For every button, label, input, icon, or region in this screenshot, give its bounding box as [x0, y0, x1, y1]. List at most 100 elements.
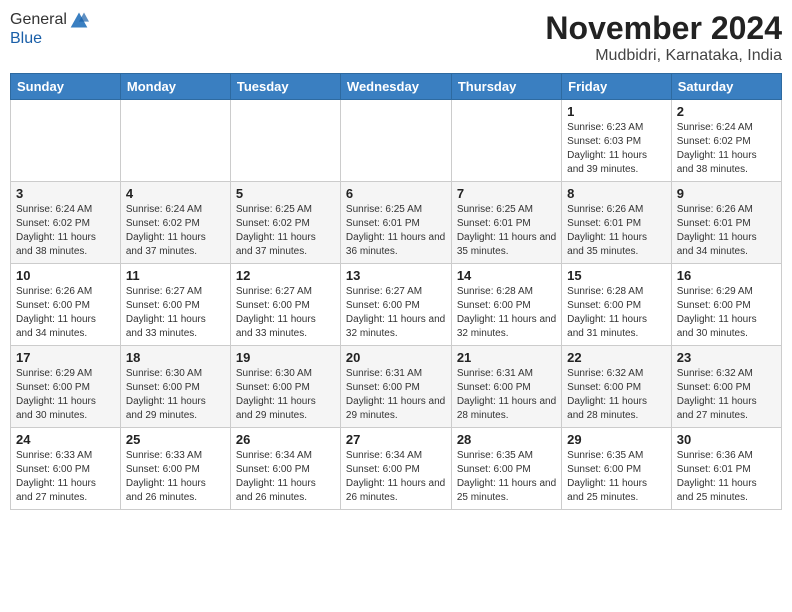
day-info: Sunrise: 6:24 AM Sunset: 6:02 PM Dayligh… — [16, 203, 115, 259]
calendar-cell: 11 Sunrise: 6:27 AM Sunset: 6:00 PM Dayli… — [120, 264, 230, 346]
day-info: Sunrise: 6:31 AM Sunset: 6:00 PM Dayligh… — [346, 367, 446, 423]
logo: General Blue — [10, 10, 89, 48]
day-number: 21 — [457, 350, 556, 365]
day-info: Sunrise: 6:25 AM Sunset: 6:01 PM Dayligh… — [457, 203, 556, 259]
day-info: Sunrise: 6:34 AM Sunset: 6:00 PM Dayligh… — [236, 449, 335, 505]
calendar-cell: 16 Sunrise: 6:29 AM Sunset: 6:00 PM Dayli… — [671, 264, 781, 346]
day-info: Sunrise: 6:30 AM Sunset: 6:00 PM Dayligh… — [236, 367, 335, 423]
day-info: Sunrise: 6:33 AM Sunset: 6:00 PM Dayligh… — [126, 449, 225, 505]
day-info: Sunrise: 6:27 AM Sunset: 6:00 PM Dayligh… — [346, 285, 446, 341]
day-number: 12 — [236, 268, 335, 283]
page: General Blue November 2024 Mudbidri, Kar… — [0, 0, 792, 612]
day-info: Sunrise: 6:27 AM Sunset: 6:00 PM Dayligh… — [236, 285, 335, 341]
weekday-header-sunday: Sunday — [11, 74, 121, 100]
day-number: 26 — [236, 432, 335, 447]
day-number: 29 — [567, 432, 666, 447]
logo-general-text: General — [10, 11, 67, 29]
day-number: 13 — [346, 268, 446, 283]
calendar-cell: 1Sunrise: 6:23 AM Sunset: 6:03 PM Daylig… — [562, 100, 672, 182]
day-info: Sunrise: 6:32 AM Sunset: 6:00 PM Dayligh… — [677, 367, 776, 423]
calendar-table: SundayMondayTuesdayWednesdayThursdayFrid… — [10, 73, 782, 510]
calendar-cell — [120, 100, 230, 182]
week-row-5: 24 Sunrise: 6:33 AM Sunset: 6:00 PM Dayli… — [11, 428, 782, 510]
day-info: Sunrise: 6:28 AM Sunset: 6:00 PM Dayligh… — [567, 285, 666, 341]
day-info: Sunrise: 6:24 AM Sunset: 6:02 PM Dayligh… — [677, 121, 776, 177]
day-info: Sunrise: 6:26 AM Sunset: 6:00 PM Dayligh… — [16, 285, 115, 341]
day-info: Sunrise: 6:35 AM Sunset: 6:00 PM Dayligh… — [457, 449, 556, 505]
day-info: Sunrise: 6:26 AM Sunset: 6:01 PM Dayligh… — [677, 203, 776, 259]
logo-icon — [69, 10, 89, 30]
day-number: 25 — [126, 432, 225, 447]
day-number: 23 — [677, 350, 776, 365]
day-number: 20 — [346, 350, 446, 365]
location: Mudbidri, Karnataka, India — [545, 47, 782, 65]
calendar-cell: 29 Sunrise: 6:35 AM Sunset: 6:00 PM Dayli… — [562, 428, 672, 510]
day-number: 4 — [126, 186, 225, 201]
calendar-cell: 8 Sunrise: 6:26 AM Sunset: 6:01 PM Daylig… — [562, 182, 672, 264]
calendar-cell: 23 Sunrise: 6:32 AM Sunset: 6:00 PM Dayli… — [671, 346, 781, 428]
calendar-cell: 2 Sunrise: 6:24 AM Sunset: 6:02 PM Daylig… — [671, 100, 781, 182]
day-info: Sunrise: 6:33 AM Sunset: 6:00 PM Dayligh… — [16, 449, 115, 505]
calendar-cell: 13 Sunrise: 6:27 AM Sunset: 6:00 PM Dayli… — [340, 264, 451, 346]
day-number: 27 — [346, 432, 446, 447]
weekday-header-thursday: Thursday — [451, 74, 561, 100]
calendar-cell — [340, 100, 451, 182]
calendar-cell: 10 Sunrise: 6:26 AM Sunset: 6:00 PM Dayli… — [11, 264, 121, 346]
calendar-cell: 7 Sunrise: 6:25 AM Sunset: 6:01 PM Daylig… — [451, 182, 561, 264]
day-info: Sunrise: 6:23 AM Sunset: 6:03 PM Dayligh… — [567, 121, 666, 177]
calendar-cell: 4Sunrise: 6:24 AM Sunset: 6:02 PM Daylig… — [120, 182, 230, 264]
day-number: 11 — [126, 268, 225, 283]
day-number: 9 — [677, 186, 776, 201]
day-info: Sunrise: 6:32 AM Sunset: 6:00 PM Dayligh… — [567, 367, 666, 423]
day-info: Sunrise: 6:26 AM Sunset: 6:01 PM Dayligh… — [567, 203, 666, 259]
day-number: 17 — [16, 350, 115, 365]
day-number: 2 — [677, 104, 776, 119]
calendar-cell: 19 Sunrise: 6:30 AM Sunset: 6:00 PM Dayli… — [230, 346, 340, 428]
day-number: 8 — [567, 186, 666, 201]
weekday-header-friday: Friday — [562, 74, 672, 100]
week-row-1: 1Sunrise: 6:23 AM Sunset: 6:03 PM Daylig… — [11, 100, 782, 182]
calendar-cell: 9 Sunrise: 6:26 AM Sunset: 6:01 PM Daylig… — [671, 182, 781, 264]
day-number: 22 — [567, 350, 666, 365]
calendar-cell: 6 Sunrise: 6:25 AM Sunset: 6:01 PM Daylig… — [340, 182, 451, 264]
calendar-cell: 18 Sunrise: 6:30 AM Sunset: 6:00 PM Dayli… — [120, 346, 230, 428]
calendar-cell: 15 Sunrise: 6:28 AM Sunset: 6:00 PM Dayli… — [562, 264, 672, 346]
day-number: 18 — [126, 350, 225, 365]
calendar-cell: 14Sunrise: 6:28 AM Sunset: 6:00 PM Dayli… — [451, 264, 561, 346]
day-info: Sunrise: 6:29 AM Sunset: 6:00 PM Dayligh… — [677, 285, 776, 341]
day-number: 24 — [16, 432, 115, 447]
title-block: November 2024 Mudbidri, Karnataka, India — [545, 10, 782, 65]
calendar-cell: 26 Sunrise: 6:34 AM Sunset: 6:00 PM Dayli… — [230, 428, 340, 510]
calendar-cell: 24 Sunrise: 6:33 AM Sunset: 6:00 PM Dayli… — [11, 428, 121, 510]
weekday-header-monday: Monday — [120, 74, 230, 100]
day-number: 28 — [457, 432, 556, 447]
calendar-cell: 21 Sunrise: 6:31 AM Sunset: 6:00 PM Dayli… — [451, 346, 561, 428]
calendar-cell: 25 Sunrise: 6:33 AM Sunset: 6:00 PM Dayli… — [120, 428, 230, 510]
calendar-cell: 12 Sunrise: 6:27 AM Sunset: 6:00 PM Dayli… — [230, 264, 340, 346]
day-info: Sunrise: 6:29 AM Sunset: 6:00 PM Dayligh… — [16, 367, 115, 423]
day-number: 15 — [567, 268, 666, 283]
weekday-header-tuesday: Tuesday — [230, 74, 340, 100]
day-info: Sunrise: 6:25 AM Sunset: 6:01 PM Dayligh… — [346, 203, 446, 259]
day-info: Sunrise: 6:35 AM Sunset: 6:00 PM Dayligh… — [567, 449, 666, 505]
calendar-cell: 28 Sunrise: 6:35 AM Sunset: 6:00 PM Dayli… — [451, 428, 561, 510]
day-number: 3 — [16, 186, 115, 201]
weekday-header-wednesday: Wednesday — [340, 74, 451, 100]
day-number: 6 — [346, 186, 446, 201]
weekday-header-saturday: Saturday — [671, 74, 781, 100]
week-row-3: 10 Sunrise: 6:26 AM Sunset: 6:00 PM Dayli… — [11, 264, 782, 346]
day-number: 7 — [457, 186, 556, 201]
calendar-cell — [230, 100, 340, 182]
day-number: 16 — [677, 268, 776, 283]
day-number: 19 — [236, 350, 335, 365]
day-number: 10 — [16, 268, 115, 283]
day-info: Sunrise: 6:27 AM Sunset: 6:00 PM Dayligh… — [126, 285, 225, 341]
day-info: Sunrise: 6:30 AM Sunset: 6:00 PM Dayligh… — [126, 367, 225, 423]
week-row-2: 3 Sunrise: 6:24 AM Sunset: 6:02 PM Daylig… — [11, 182, 782, 264]
day-number: 14 — [457, 268, 556, 283]
calendar-cell — [11, 100, 121, 182]
day-number: 30 — [677, 432, 776, 447]
day-info: Sunrise: 6:31 AM Sunset: 6:00 PM Dayligh… — [457, 367, 556, 423]
calendar-cell: 20 Sunrise: 6:31 AM Sunset: 6:00 PM Dayli… — [340, 346, 451, 428]
calendar-cell: 30Sunrise: 6:36 AM Sunset: 6:01 PM Dayli… — [671, 428, 781, 510]
